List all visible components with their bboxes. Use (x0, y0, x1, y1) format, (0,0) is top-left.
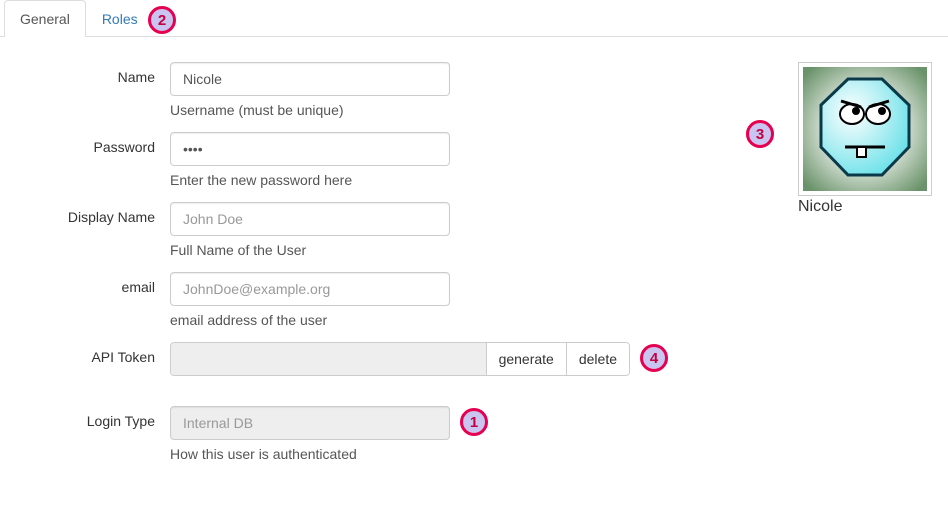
password-input[interactable] (170, 132, 450, 166)
avatar-image-icon (803, 67, 927, 191)
email-label: email (0, 272, 170, 295)
delete-button[interactable]: delete (566, 343, 629, 375)
annotation-marker-1: 1 (460, 408, 488, 436)
avatar-name: Nicole (798, 198, 938, 216)
login-type-label: Login Type (0, 406, 170, 429)
name-help: Username (must be unique) (170, 102, 650, 118)
name-input[interactable] (170, 62, 450, 96)
generate-button[interactable]: generate (486, 343, 566, 375)
display-name-help: Full Name of the User (170, 242, 650, 258)
tab-bar: General Roles (0, 0, 948, 37)
login-type-help: How this user is authenticated (170, 446, 650, 462)
api-token-field (171, 343, 486, 375)
tab-roles[interactable]: Roles (86, 0, 154, 37)
avatar[interactable] (798, 62, 932, 196)
api-token-label: API Token (0, 342, 170, 365)
password-label: Password (0, 132, 170, 155)
login-type-input (170, 406, 450, 440)
name-label: Name (0, 62, 170, 85)
password-help: Enter the new password here (170, 172, 650, 188)
display-name-label: Display Name (0, 202, 170, 225)
email-help: email address of the user (170, 312, 650, 328)
display-name-input[interactable] (170, 202, 450, 236)
annotation-marker-4: 4 (640, 344, 668, 372)
email-input[interactable] (170, 272, 450, 306)
tab-general[interactable]: General (4, 0, 86, 37)
